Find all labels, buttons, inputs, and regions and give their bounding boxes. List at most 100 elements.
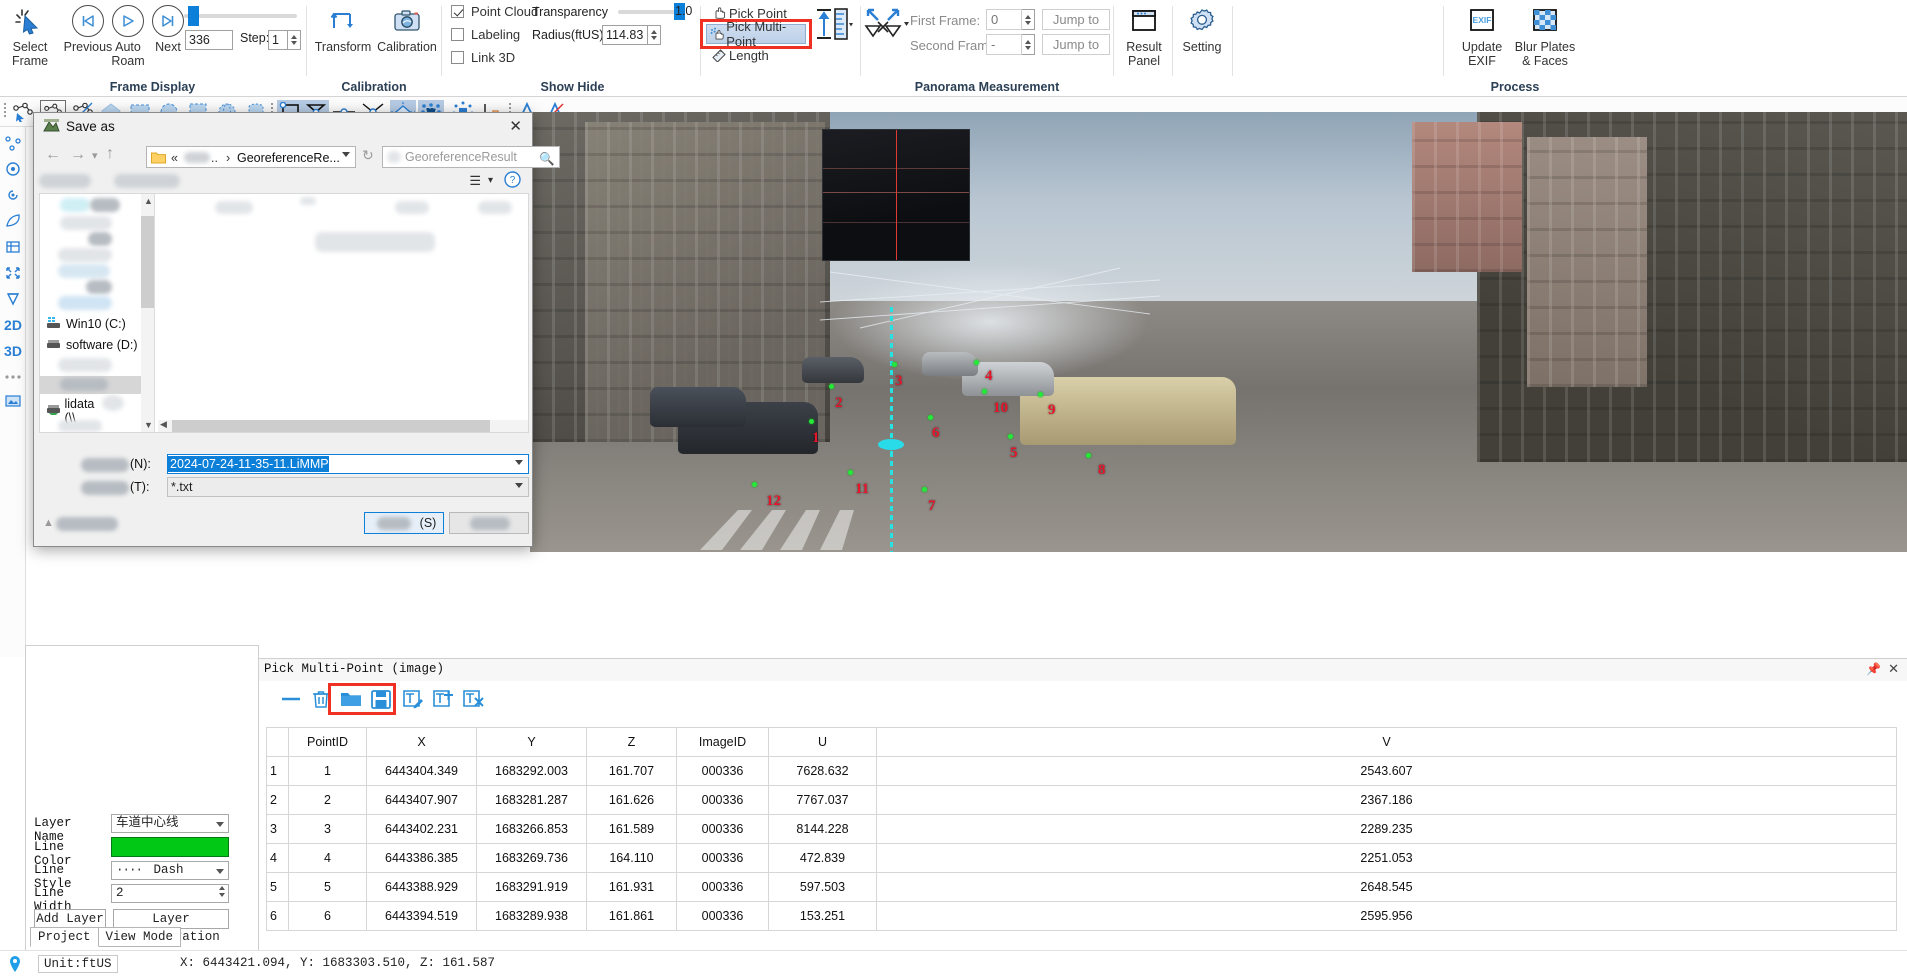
picked-point-dot[interactable] bbox=[752, 482, 757, 487]
text-add-button[interactable] bbox=[428, 685, 458, 713]
tree-redacted-12[interactable] bbox=[58, 420, 102, 432]
layer-name-select[interactable]: 车道中心线 bbox=[111, 814, 229, 833]
inset-detail-image[interactable] bbox=[822, 129, 970, 261]
dots-row-icon[interactable] bbox=[1, 365, 25, 389]
panorama-pair-icon[interactable] bbox=[864, 8, 910, 45]
view-2d-button[interactable]: 2D bbox=[1, 313, 25, 337]
save-disk-button[interactable] bbox=[366, 685, 396, 713]
picked-point-dot[interactable] bbox=[928, 415, 933, 420]
table-row[interactable]: 1 1 6443404.349 1683292.003 161.707 000336 762… bbox=[266, 756, 1897, 786]
toolbar-redacted-2[interactable] bbox=[114, 174, 180, 188]
hide-folders-redacted[interactable] bbox=[56, 517, 118, 531]
save-as-dialog[interactable]: Save as ✕ ← → ▾ ↑ « .. › GeoreferenceRe.… bbox=[33, 112, 560, 547]
table-row[interactable]: 5 5 6443388.929 1683291.919 161.931 000336 597… bbox=[266, 872, 1897, 902]
collapse-minus-button[interactable] bbox=[276, 685, 306, 713]
layer-name-chevron-down-icon[interactable] bbox=[216, 822, 224, 827]
step-input[interactable]: 1 bbox=[268, 30, 288, 50]
expand-arrows-icon[interactable] bbox=[1, 261, 25, 285]
tree-redacted-8[interactable] bbox=[58, 296, 112, 310]
labeling-checkbox-row[interactable]: Labeling bbox=[451, 27, 520, 42]
file-list-item-redacted[interactable] bbox=[315, 232, 435, 252]
line-color-swatch[interactable] bbox=[111, 837, 229, 857]
filetype-select[interactable]: *.txt bbox=[167, 477, 529, 497]
view-3d-button[interactable]: 3D bbox=[1, 339, 25, 363]
link3d-checkbox-row[interactable]: Link 3D bbox=[451, 50, 515, 65]
panel-pin-icon[interactable]: 📌 bbox=[1866, 662, 1881, 676]
picked-point-dot[interactable] bbox=[829, 384, 834, 389]
step-spinner[interactable] bbox=[288, 30, 301, 50]
scroll-down-icon[interactable]: ▼ bbox=[144, 420, 153, 430]
refresh-icon[interactable]: ↻ bbox=[362, 147, 374, 164]
filename-chevron-down-icon[interactable] bbox=[515, 460, 523, 465]
blur-plates-faces-button[interactable]: Blur Plates & Faces bbox=[1512, 2, 1578, 68]
add-layer-button[interactable]: Add Layer bbox=[34, 909, 106, 929]
view-chevron-down-icon[interactable]: ▾ bbox=[488, 175, 493, 186]
picked-point-dot[interactable] bbox=[974, 360, 979, 365]
file-list-col-1[interactable] bbox=[215, 201, 253, 214]
dialog-titlebar[interactable]: Save as ✕ bbox=[34, 113, 532, 141]
picked-point-dot[interactable] bbox=[809, 419, 814, 424]
point-cloud-checkbox-row[interactable]: Point Cloud bbox=[451, 4, 538, 19]
image-view-icon[interactable] bbox=[1, 389, 25, 413]
spiral-tool-icon[interactable] bbox=[1, 183, 25, 207]
table-row[interactable]: 4 4 6443386.385 1683269.736 164.110 000336 472… bbox=[266, 843, 1897, 873]
hscroll-thumb[interactable] bbox=[172, 420, 490, 432]
tree-redacted-7[interactable] bbox=[86, 280, 112, 294]
file-list-col-3[interactable] bbox=[478, 201, 512, 214]
text-edit-button[interactable] bbox=[398, 685, 428, 713]
tree-redacted-3[interactable] bbox=[60, 216, 112, 230]
text-delete-button[interactable] bbox=[458, 685, 488, 713]
picked-point-dot[interactable] bbox=[1086, 453, 1091, 458]
file-list-horizontal-scrollbar[interactable]: ◀ bbox=[158, 419, 528, 432]
first-frame-spinner[interactable] bbox=[1022, 9, 1035, 30]
col-z[interactable]: Z bbox=[586, 727, 677, 757]
tree-item-software-d[interactable]: software (D:) bbox=[46, 337, 138, 353]
picked-point-dot[interactable] bbox=[848, 470, 853, 475]
first-frame-jump-button[interactable]: Jump to bbox=[1042, 9, 1110, 30]
hide-folders-chevron-icon[interactable]: ▲ bbox=[43, 517, 54, 529]
radius-spinner[interactable] bbox=[648, 25, 661, 45]
cancel-button[interactable] bbox=[449, 512, 529, 534]
line-width-input[interactable]: 2 bbox=[111, 884, 229, 903]
col-imageid[interactable]: ImageID bbox=[676, 727, 769, 757]
search-input[interactable]: GeoreferenceResult 🔍 bbox=[382, 146, 560, 168]
col-u[interactable]: U bbox=[768, 727, 877, 757]
tree-selected-row[interactable] bbox=[40, 376, 154, 394]
table-row[interactable]: 2 2 6443407.907 1683281.287 161.626 000336 776… bbox=[266, 785, 1897, 815]
panorama-viewport[interactable]: 1 2 3 4 5 6 7 8 9 10 11 12 bbox=[530, 112, 1907, 552]
dialog-file-browser[interactable]: Win10 (C:) software (D:) lidata (\\ ▲ ▼ … bbox=[39, 193, 529, 433]
scroll-up-icon[interactable]: ▲ bbox=[144, 196, 153, 206]
tree-redacted-2[interactable] bbox=[90, 198, 120, 212]
dialog-close-icon[interactable]: ✕ bbox=[509, 117, 522, 135]
transparency-slider-track[interactable] bbox=[618, 10, 678, 14]
breadcrumb-chevron-down-icon[interactable] bbox=[342, 152, 350, 157]
delete-trash-button[interactable] bbox=[306, 685, 336, 713]
open-folder-button[interactable] bbox=[336, 685, 366, 713]
length-menu-item[interactable]: Length bbox=[706, 45, 806, 65]
hexagon-tool-icon[interactable] bbox=[1, 287, 25, 311]
frame-number-input[interactable]: 336 bbox=[185, 30, 233, 50]
leaf-tool-icon[interactable] bbox=[1, 209, 25, 233]
search-icon[interactable]: 🔍 bbox=[539, 149, 555, 169]
measure-tool-dropdown[interactable] bbox=[815, 6, 855, 49]
tree-redacted-1[interactable] bbox=[60, 198, 90, 212]
table-row[interactable]: 3 3 6443402.231 1683266.853 161.589 000336 814… bbox=[266, 814, 1897, 844]
view-list-icon[interactable]: ☰ bbox=[469, 173, 481, 189]
line-width-spinner[interactable] bbox=[219, 886, 225, 897]
col-pointid[interactable]: PointID bbox=[288, 727, 367, 757]
transform-button[interactable]: Transform bbox=[312, 2, 374, 54]
save-button[interactable]: (S) bbox=[364, 512, 444, 534]
toolbar-grip-1[interactable] bbox=[3, 103, 7, 121]
col-x[interactable]: X bbox=[366, 727, 477, 757]
filename-input[interactable]: 2024-07-24-11-35-11.LiMMP bbox=[167, 454, 529, 474]
select-frame-button[interactable]: Select Frame bbox=[2, 2, 58, 68]
picked-point-dot[interactable] bbox=[1038, 392, 1043, 397]
layer-configuration-button[interactable]: Layer Configuration bbox=[113, 909, 229, 944]
calibration-button[interactable]: Calibration bbox=[376, 2, 438, 54]
tree-redacted-9[interactable] bbox=[58, 358, 112, 372]
point-tool-icon[interactable] bbox=[1, 131, 25, 155]
nav-up-icon[interactable]: ↑ bbox=[106, 145, 114, 163]
picked-point-dot[interactable] bbox=[922, 487, 927, 492]
setting-button[interactable]: Setting bbox=[1176, 2, 1228, 54]
radius-input[interactable]: 114.83 bbox=[602, 25, 648, 45]
